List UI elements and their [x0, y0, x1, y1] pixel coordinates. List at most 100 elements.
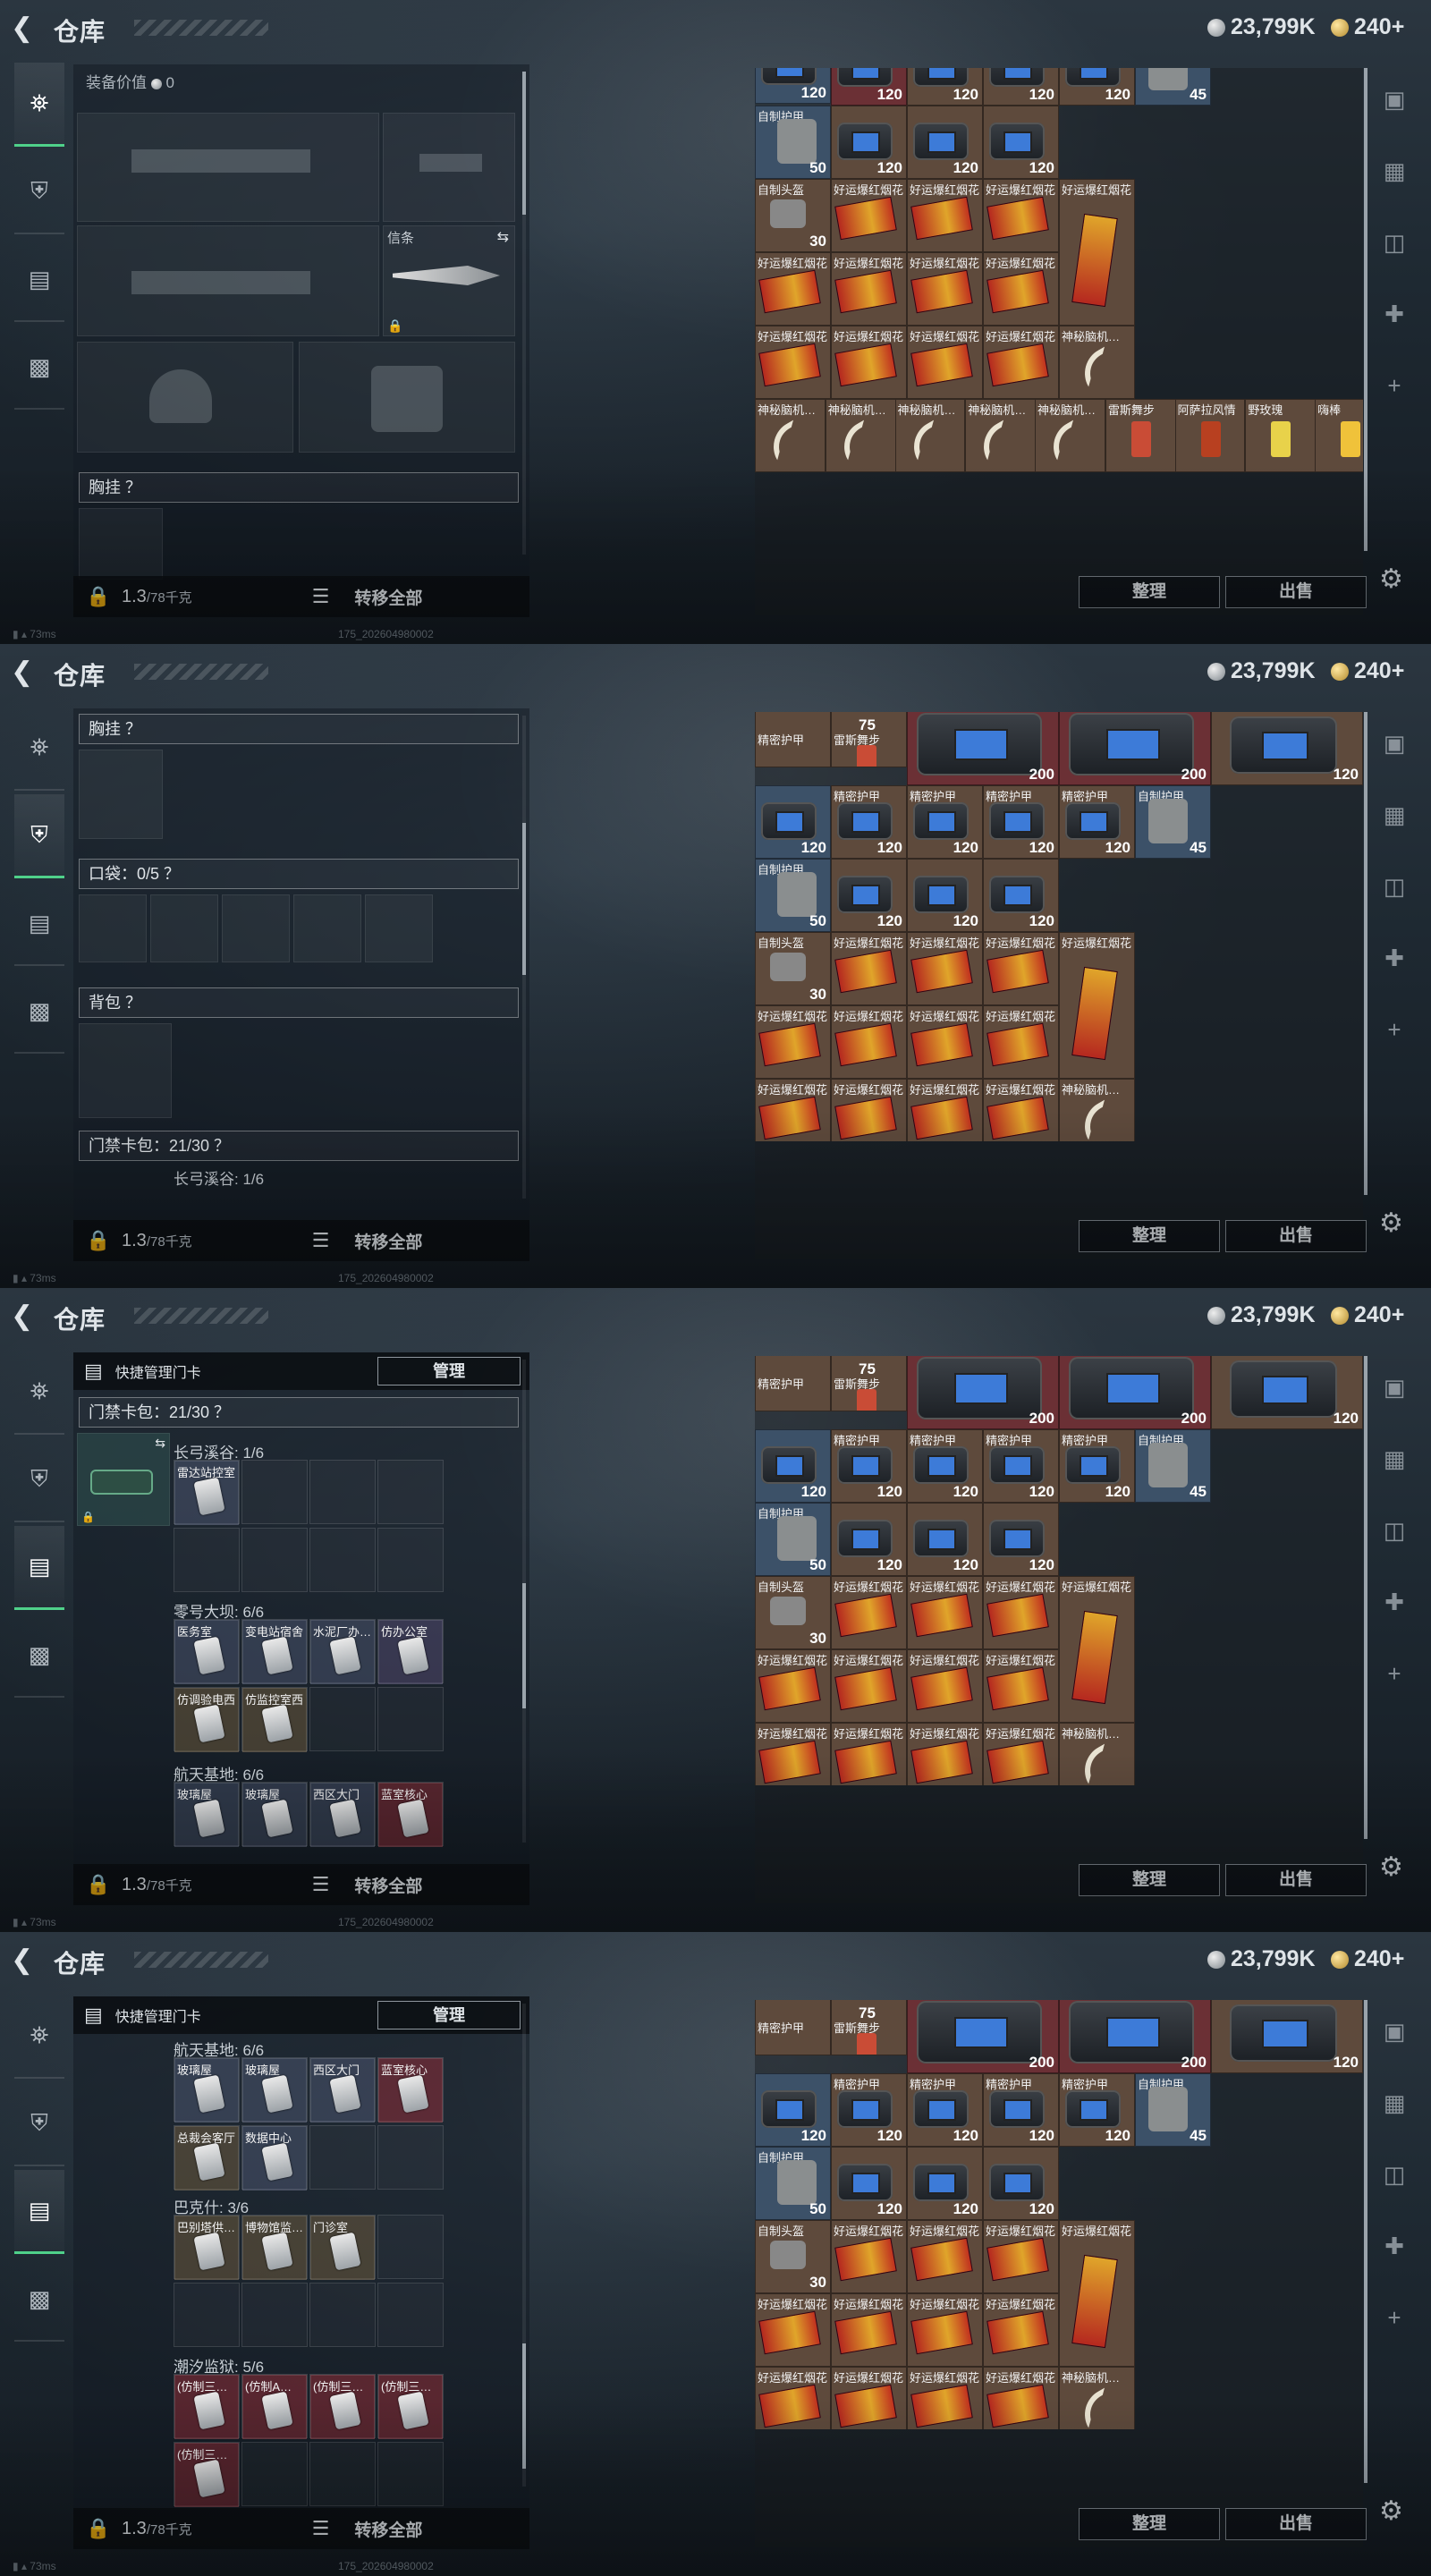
- melee-slot[interactable]: 信条 ⇆ 🔒: [383, 225, 515, 336]
- storage-icon[interactable]: ▣: [1372, 1374, 1417, 1445]
- inventory-scrollbar[interactable]: [1364, 1356, 1367, 1839]
- keycard-slot[interactable]: [309, 2442, 376, 2506]
- storage-icon[interactable]: ▣: [1372, 86, 1417, 157]
- inventory-item[interactable]: 120: [1211, 2000, 1363, 2073]
- tab-weapons[interactable]: ⛯: [14, 707, 64, 791]
- expand-icon[interactable]: ▦: [1372, 2089, 1417, 2161]
- tab-armor[interactable]: ⛨: [14, 150, 64, 234]
- inventory-item[interactable]: 精密护甲120: [907, 1429, 983, 1503]
- keycard[interactable]: 总裁会客厅: [174, 2126, 239, 2190]
- inventory-item[interactable]: 好运爆红烟花: [831, 2367, 907, 2429]
- keycard-slot[interactable]: [309, 2125, 376, 2190]
- inventory-item[interactable]: 精密护甲120: [1059, 2073, 1135, 2147]
- inventory-item[interactable]: 好运爆红烟花: [831, 1723, 907, 1785]
- inventory-item[interactable]: 120: [1211, 1356, 1363, 1429]
- back-icon[interactable]: ❮: [11, 1301, 38, 1333]
- keycard[interactable]: 玻璃屋: [242, 1783, 307, 1847]
- keycard-bag-header[interactable]: 门禁卡包：21/30 ？: [79, 1131, 519, 1161]
- inventory-item[interactable]: 120: [755, 68, 831, 104]
- settings-gear-icon[interactable]: ⚙: [1379, 564, 1403, 595]
- inventory-item[interactable]: 好运爆红烟花: [983, 2293, 1059, 2367]
- tv-icon[interactable]: ◫: [1372, 1517, 1417, 1589]
- keycard-slot[interactable]: [309, 2283, 376, 2347]
- inventory-item[interactable]: 神秘脑机…: [1059, 2367, 1135, 2429]
- inventory-scrollbar[interactable]: [1364, 68, 1367, 551]
- inventory-item[interactable]: 好运爆红烟花: [1059, 179, 1135, 326]
- keycard-slot[interactable]: [377, 1687, 444, 1751]
- inventory-item[interactable]: 好运爆红烟花: [907, 2367, 983, 2429]
- storage-icon[interactable]: ▣: [1372, 730, 1417, 801]
- scroll-thumb[interactable]: [1364, 2000, 1367, 2483]
- add-icon[interactable]: ✚: [1372, 945, 1417, 1016]
- keycard[interactable]: 数据中心: [242, 2126, 307, 2190]
- inventory-item[interactable]: 好运爆红烟花: [983, 1649, 1059, 1723]
- inventory-scrollbar[interactable]: [1364, 712, 1367, 1195]
- pocket-slot[interactable]: [150, 894, 218, 962]
- inventory-item[interactable]: 好运爆红烟花: [907, 932, 983, 1005]
- list-icon[interactable]: ☰: [312, 1229, 330, 1252]
- inventory-item[interactable]: 好运爆红烟花: [907, 252, 983, 326]
- inventory-item[interactable]: 好运爆红烟花: [755, 2367, 831, 2429]
- sort-button[interactable]: 整理: [1079, 2508, 1220, 2540]
- keycard[interactable]: 门诊室: [310, 2216, 375, 2280]
- inventory-item[interactable]: 好运爆红烟花: [755, 1079, 831, 1141]
- move-all-button[interactable]: 转移全部: [354, 2517, 422, 2541]
- inventory-item[interactable]: 好运爆红烟花: [831, 1649, 907, 1723]
- tv-icon[interactable]: ◫: [1372, 229, 1417, 301]
- left-scrollbar[interactable]: [522, 1360, 526, 1843]
- inventory-item[interactable]: 好运爆红烟花: [907, 2220, 983, 2293]
- inventory-item[interactable]: 精密护甲120: [1059, 68, 1135, 106]
- inventory-item[interactable]: 好运爆红烟花: [831, 932, 907, 1005]
- inventory-item[interactable]: 好运爆红烟花: [983, 1005, 1059, 1079]
- sell-button[interactable]: 出售: [1225, 1864, 1367, 1896]
- inventory-item[interactable]: 120: [831, 859, 907, 932]
- inventory-item[interactable]: 精密护甲120: [1059, 1429, 1135, 1503]
- keycard[interactable]: 蓝室核心: [378, 1783, 443, 1847]
- keycard-slot[interactable]: [309, 1687, 376, 1751]
- inventory-item[interactable]: 精密护甲: [755, 2000, 831, 2055]
- keycard-slot[interactable]: [174, 1528, 240, 1592]
- inventory-item[interactable]: 好运爆红烟花: [983, 1079, 1059, 1141]
- keycard[interactable]: 玻璃屋: [242, 2058, 307, 2123]
- list-icon[interactable]: ☰: [312, 2517, 330, 2540]
- inventory-item[interactable]: 好运爆红烟花: [831, 1005, 907, 1079]
- inventory-item[interactable]: 神秘脑机…: [1059, 1079, 1135, 1141]
- inventory-item[interactable]: 好运爆红烟花: [831, 1079, 907, 1141]
- inventory-item[interactable]: 精密护甲: [755, 712, 831, 767]
- chest-rig-header[interactable]: 胸挂 ？: [79, 714, 519, 744]
- keycard[interactable]: 雷达站控室: [174, 1461, 239, 1525]
- keycard[interactable]: 巴别塔供…: [174, 2216, 239, 2280]
- sell-button[interactable]: 出售: [1225, 1220, 1367, 1252]
- keycard[interactable]: (仿制三…: [310, 2375, 375, 2439]
- keycard-slot[interactable]: [241, 1528, 308, 1592]
- pistol-slot[interactable]: [383, 113, 515, 222]
- back-icon[interactable]: ❮: [11, 1945, 38, 1977]
- scroll-thumb[interactable]: [522, 1583, 526, 1708]
- add-icon[interactable]: ✚: [1372, 1589, 1417, 1660]
- inventory-item[interactable]: 好运爆红烟花: [983, 2220, 1059, 2293]
- add-icon[interactable]: ✚: [1372, 301, 1417, 372]
- secondary-weapon-slot[interactable]: [77, 225, 379, 336]
- inventory-item[interactable]: 神秘脑机…: [1059, 1723, 1135, 1785]
- storage-icon[interactable]: ▣: [1372, 2018, 1417, 2089]
- inventory-item[interactable]: 自制头盔 30: [755, 2220, 831, 2293]
- inventory-item[interactable]: 好运爆红烟花: [831, 252, 907, 326]
- inventory-item[interactable]: 精密护甲: [755, 1356, 831, 1411]
- tab-armor[interactable]: ⛨: [14, 1438, 64, 1522]
- inventory-item[interactable]: 好运爆红烟花: [907, 326, 983, 399]
- inventory-item[interactable]: 120: [907, 859, 983, 932]
- inventory-item[interactable]: 120: [907, 1503, 983, 1576]
- inventory-item[interactable]: 好运爆红烟花: [755, 1723, 831, 1785]
- keycard[interactable]: 西区大门: [310, 1783, 375, 1847]
- inventory-item[interactable]: 精密护甲120: [831, 2073, 907, 2147]
- keycard[interactable]: 玻璃屋: [174, 2058, 239, 2123]
- inventory-item[interactable]: 好运爆红烟花: [831, 179, 907, 252]
- inventory-item[interactable]: 自制头盔 30: [755, 1576, 831, 1649]
- move-all-button[interactable]: 转移全部: [354, 1229, 422, 1253]
- body-armor-slot[interactable]: [299, 342, 515, 453]
- inventory-item[interactable]: 神秘脑机…: [755, 399, 826, 472]
- left-scrollbar[interactable]: [522, 72, 526, 555]
- pocket-slot[interactable]: [222, 894, 290, 962]
- tab-cases[interactable]: ▩: [14, 1614, 64, 1698]
- manage-button[interactable]: 管理: [377, 1357, 521, 1385]
